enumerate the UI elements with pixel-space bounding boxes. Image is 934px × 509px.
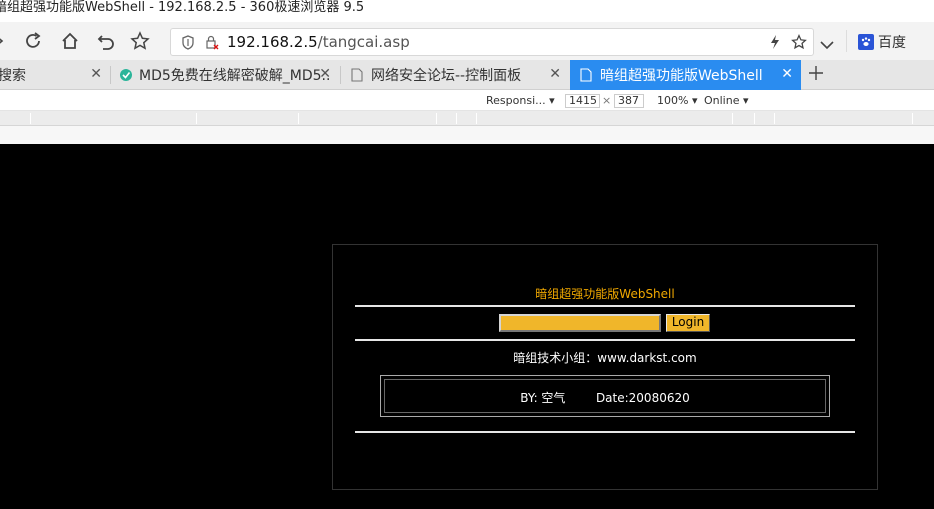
close-icon[interactable]: ✕: [90, 66, 102, 82]
team-credit: 暗组技术小组：www.darkst.com: [513, 351, 697, 365]
url-path: /tangcai.asp: [317, 33, 410, 51]
lightning-icon[interactable]: [769, 34, 781, 54]
favorite-star-icon[interactable]: [791, 34, 807, 54]
navigation-bar: 192.168.2.5/tangcai.asp 百度: [0, 22, 934, 60]
home-icon[interactable]: [58, 29, 82, 53]
info-box: BY: 空气 Date:20080620: [380, 375, 830, 417]
page-icon: [351, 68, 363, 82]
zoom-select[interactable]: 100% ▾: [657, 94, 697, 107]
ruler-tick: [456, 113, 457, 124]
url-text[interactable]: 192.168.2.5/tangcai.asp: [227, 33, 410, 51]
undo-icon[interactable]: [94, 29, 118, 53]
ruler-tick: [912, 113, 913, 124]
md5-site-icon: [119, 68, 133, 82]
close-icon[interactable]: ✕: [319, 66, 331, 82]
tab-md5[interactable]: MD5免费在线解密破解_MD5... ✕: [111, 60, 339, 90]
page-icon: [580, 68, 592, 82]
ruler-tick: [436, 113, 437, 124]
ruler-tick: [754, 113, 755, 124]
tab-label: 网络安全论坛--控制面板: [371, 68, 522, 84]
tab-label: 搜索: [0, 68, 26, 84]
new-tab-plus-icon[interactable]: [808, 64, 824, 84]
divider: [846, 30, 847, 52]
close-icon[interactable]: ✕: [781, 66, 793, 82]
address-bar[interactable]: 192.168.2.5/tangcai.asp: [170, 28, 814, 56]
zoom-label: 100%: [657, 94, 689, 107]
tab-label: MD5免费在线解密破解_MD5...: [139, 68, 329, 84]
tab-webshell-active[interactable]: 暗组超强功能版WebShell ✕: [570, 60, 801, 90]
ruler-tick: [732, 113, 733, 124]
network-label: Online: [704, 94, 740, 107]
search-engine-label: 百度: [878, 35, 906, 51]
viewport-width-input[interactable]: 1415: [565, 94, 600, 108]
ruler-tick: [196, 113, 197, 124]
login-button[interactable]: Login: [666, 314, 710, 332]
insecure-lock-icon[interactable]: [205, 35, 219, 54]
tab-label: 暗组超强功能版WebShell: [600, 68, 763, 84]
date-label: Date:20080620: [595, 391, 690, 405]
page-title: 暗组超强功能版WebShell: [535, 287, 675, 301]
page-viewport: 暗组超强功能版WebShell Login 暗组技术小组：www.darkst.…: [0, 144, 934, 509]
device-select[interactable]: Responsi... ▾: [486, 94, 555, 107]
forward-icon[interactable]: [0, 29, 12, 53]
reload-icon[interactable]: [21, 29, 45, 53]
author-label: BY: 空气: [520, 391, 566, 405]
devtools-device-toolbar: Responsi... ▾ 1415 × 387 100% ▾ Online ▾: [0, 91, 934, 111]
viewport-gap: [0, 126, 934, 144]
search-engine-selector[interactable]: 百度: [858, 32, 906, 52]
chevron-down-icon[interactable]: [820, 35, 834, 54]
info-line: BY: 空气 Date:20080620: [381, 389, 829, 406]
login-panel: 暗组超强功能版WebShell Login 暗组技术小组：www.darkst.…: [332, 244, 878, 490]
baidu-paw-icon: [858, 34, 874, 50]
window-title: 暗组超强功能版WebShell - 192.168.2.5 - 360极速浏览器…: [0, 0, 365, 15]
close-icon[interactable]: ✕: [549, 66, 561, 82]
tab-search[interactable]: 搜索 ✕: [0, 60, 110, 90]
tab-forum[interactable]: 网络安全论坛--控制面板 ✕: [341, 60, 569, 90]
ruler-tick: [298, 113, 299, 124]
window-title-bar: 暗组超强功能版WebShell - 192.168.2.5 - 360极速浏览器…: [0, 0, 934, 22]
viewport-height-input[interactable]: 387: [614, 94, 644, 108]
url-host: 192.168.2.5: [227, 33, 318, 51]
tab-bar: 搜索 ✕ MD5免费在线解密破解_MD5... ✕ 网络安全论坛--控制面板 ✕…: [0, 60, 934, 90]
ruler-tick: [30, 113, 31, 124]
horizontal-rule: [355, 431, 855, 433]
device-label: Responsi...: [486, 94, 546, 107]
network-throttle-select[interactable]: Online ▾: [704, 94, 749, 107]
horizontal-rule: [355, 305, 855, 307]
dimension-times: ×: [602, 94, 612, 107]
devtools-ruler: [0, 111, 934, 126]
ruler-tick: [774, 113, 775, 124]
horizontal-rule: [355, 339, 855, 341]
ruler-tick: [476, 113, 477, 124]
password-input[interactable]: [499, 314, 661, 332]
shield-icon[interactable]: [181, 35, 195, 54]
bookmark-star-icon[interactable]: [128, 29, 152, 53]
